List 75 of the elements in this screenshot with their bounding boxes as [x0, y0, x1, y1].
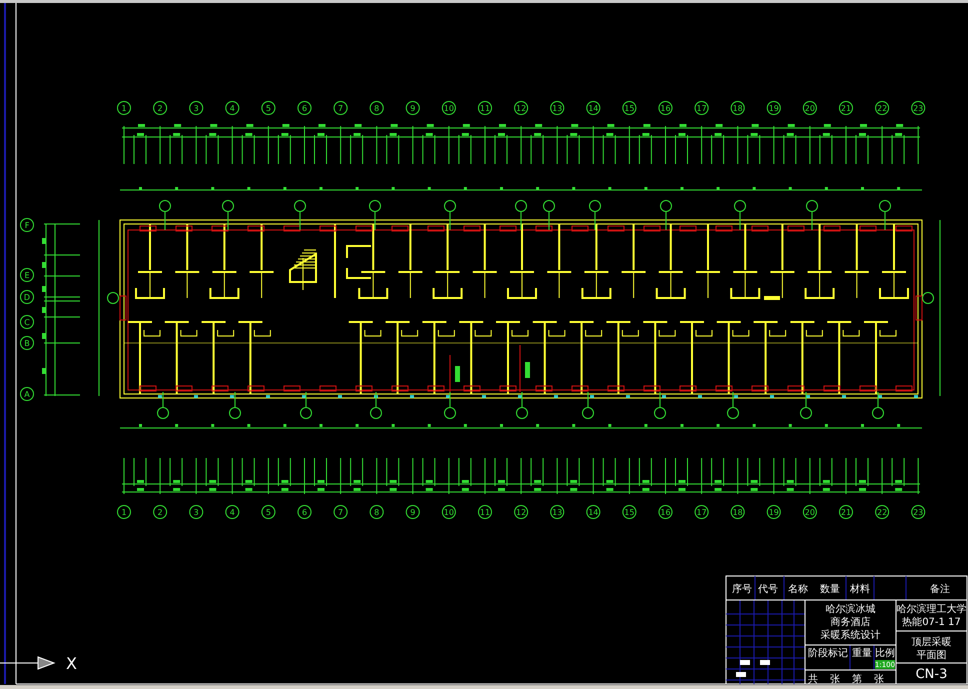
axis-label: 18 [730, 505, 745, 519]
axis-label: C [20, 315, 34, 329]
axis-label: 14 [586, 101, 600, 115]
axis-label: A [20, 387, 34, 401]
axis-label: 5 [261, 101, 276, 115]
axis-label: F [20, 218, 34, 232]
axis-label: 23 [911, 101, 926, 115]
axis-label: E [20, 268, 34, 282]
axis-label: 6 [298, 101, 312, 115]
school-name: 哈尔滨理工大学 [896, 604, 966, 615]
axis-label: 22 [875, 101, 890, 115]
axis-label: 19 [766, 505, 781, 519]
axis-label: 16 [658, 101, 672, 115]
axis-label: 3 [189, 505, 204, 519]
project-title: 商务酒店 [830, 617, 870, 628]
axis-label: 6 [298, 505, 312, 519]
drawing-title: 顶层采暖 [912, 637, 952, 648]
axis-x-label: X [66, 654, 77, 673]
class-number: 热能07-1 17 [902, 617, 961, 628]
axis-label: 8 [370, 101, 384, 115]
column-header: 代号 [758, 584, 778, 595]
axis-label: 20 [802, 101, 817, 115]
axis-label: D [20, 290, 34, 304]
axis-label: 21 [839, 505, 853, 519]
column-header: 名称 [788, 584, 808, 595]
axis-label: 17 [694, 101, 709, 115]
axis-label: 17 [694, 505, 709, 519]
axis-label: 5 [261, 505, 276, 519]
axis-label: 13 [550, 505, 564, 519]
axis-label: 4 [225, 101, 240, 115]
sheet-count-label: 张 [874, 674, 884, 685]
axis-label: 11 [478, 101, 492, 115]
column-header: 序号 [732, 584, 752, 595]
axis-label: 8 [370, 505, 384, 519]
stage-mark-label: 阶段标记 [808, 648, 848, 659]
drawing-number: CN-3 [916, 667, 948, 682]
axis-label: 1 [117, 505, 131, 519]
axis-label: 11 [478, 505, 492, 519]
axis-label: 3 [189, 101, 204, 115]
sheet-count-label: 共 [808, 674, 818, 685]
axis-label: 22 [875, 505, 890, 519]
axis-label: 4 [225, 505, 240, 519]
axis-label: 2 [153, 505, 168, 519]
axis-label: B [20, 336, 34, 350]
axis-label: 1 [117, 101, 131, 115]
axis-label: 10 [442, 101, 456, 115]
axis-label: 18 [730, 101, 745, 115]
axis-label: 19 [766, 101, 781, 115]
axis-label: 16 [658, 505, 672, 519]
axis-label: 14 [586, 505, 600, 519]
axis-label: 15 [622, 101, 636, 115]
axis-label: 7 [334, 101, 348, 115]
axis-label: 9 [406, 505, 420, 519]
sheet-count-label: 张 [830, 674, 840, 685]
column-header: 备注 [930, 584, 950, 595]
drawing-title: 平面图 [916, 650, 946, 661]
column-header: 数量 [820, 584, 840, 595]
project-title: 哈尔滨冰城 [826, 604, 876, 615]
axis-label: 9 [406, 101, 420, 115]
sheet-count-label: 第 [852, 674, 862, 685]
column-header: 材料 [850, 584, 870, 595]
axis-label: 7 [334, 505, 348, 519]
weight-label: 重量 [852, 648, 872, 659]
axis-label: 12 [514, 101, 528, 115]
axis-label: 20 [802, 505, 817, 519]
axis-label: 10 [442, 505, 456, 519]
scale-label: 比例 [875, 648, 895, 659]
axis-label: 15 [622, 505, 636, 519]
axis-label: 21 [839, 101, 853, 115]
staircase-drawing [289, 250, 317, 290]
axis-label: 23 [911, 505, 926, 519]
axis-label: 2 [153, 101, 168, 115]
axis-label: 12 [514, 505, 528, 519]
axis-label: 13 [550, 101, 564, 115]
project-title: 采暖系统设计 [820, 630, 880, 641]
